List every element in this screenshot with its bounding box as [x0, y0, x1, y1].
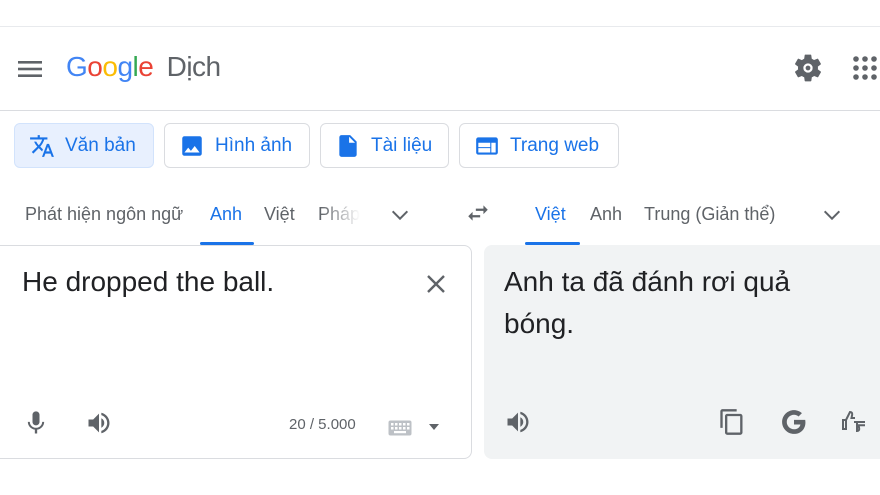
swap-languages-icon[interactable]	[465, 200, 491, 226]
source-text-panel: He dropped the ball. 20 / 5.000	[0, 245, 472, 459]
logo-letter-g: G	[66, 51, 88, 82]
translated-text: Anh ta đã đánh rơi quả bóng.	[504, 266, 791, 339]
target-lang-vietnamese[interactable]: Việt	[535, 204, 566, 225]
google-search-g-icon[interactable]	[780, 408, 808, 436]
mode-tab-image[interactable]: Hình ảnh	[164, 123, 310, 168]
app-header: Google Dịch	[0, 27, 880, 111]
source-listen-speaker-icon[interactable]	[85, 409, 113, 437]
mode-tab-website-label: Trang web	[510, 134, 600, 156]
source-more-languages-chevron-down-icon[interactable]	[389, 204, 411, 226]
input-tools-caret-down-icon[interactable]	[428, 422, 440, 432]
rate-translation-thumbs-icon[interactable]	[840, 407, 868, 435]
source-lang-french[interactable]: Pháp	[318, 204, 360, 225]
mode-tab-text[interactable]: Văn bản	[14, 123, 154, 168]
source-text-input[interactable]: He dropped the ball.	[22, 266, 274, 298]
logo-letter-g2: g	[117, 51, 133, 82]
hamburger-menu-icon[interactable]	[16, 57, 44, 81]
target-lang-english[interactable]: Anh	[590, 204, 622, 225]
clear-text-close-icon[interactable]	[424, 272, 448, 296]
source-lang-vietnamese[interactable]: Việt	[264, 204, 295, 225]
mode-tab-image-label: Hình ảnh	[215, 134, 293, 156]
logo-letter-o1: o	[87, 51, 103, 82]
translate-icon	[30, 134, 54, 157]
document-icon	[339, 134, 357, 157]
source-lang-english[interactable]: Anh	[210, 204, 242, 225]
character-count: 20 / 5.000	[289, 416, 356, 433]
target-lang-chinese-simplified[interactable]: Trung (Giản thể)	[644, 204, 775, 225]
product-name: Dịch	[166, 51, 222, 82]
target-listen-speaker-icon[interactable]	[504, 408, 532, 436]
logo-letter-o2: o	[102, 51, 118, 82]
mode-tab-website[interactable]: Trang web	[459, 123, 619, 168]
google-translate-logo[interactable]: Google Dịch	[66, 51, 221, 83]
image-icon	[182, 135, 202, 156]
mode-tab-document-label: Tài liệu	[371, 134, 433, 156]
source-lang-detect[interactable]: Phát hiện ngôn ngữ	[25, 204, 183, 225]
logo-letter-e: e	[138, 51, 154, 82]
microphone-icon[interactable]	[22, 409, 50, 437]
mode-tab-document[interactable]: Tài liệu	[320, 123, 449, 168]
mode-tab-text-label: Văn bản	[65, 134, 136, 156]
web-icon	[476, 136, 498, 155]
translation-output-panel: Anh ta đã đánh rơi quả bóng.	[484, 245, 880, 459]
copy-translation-icon[interactable]	[718, 408, 746, 436]
keyboard-icon[interactable]	[388, 420, 412, 436]
apps-grid-icon[interactable]	[852, 55, 878, 81]
settings-gear-icon[interactable]	[792, 52, 824, 84]
target-more-languages-chevron-down-icon[interactable]	[821, 204, 843, 226]
